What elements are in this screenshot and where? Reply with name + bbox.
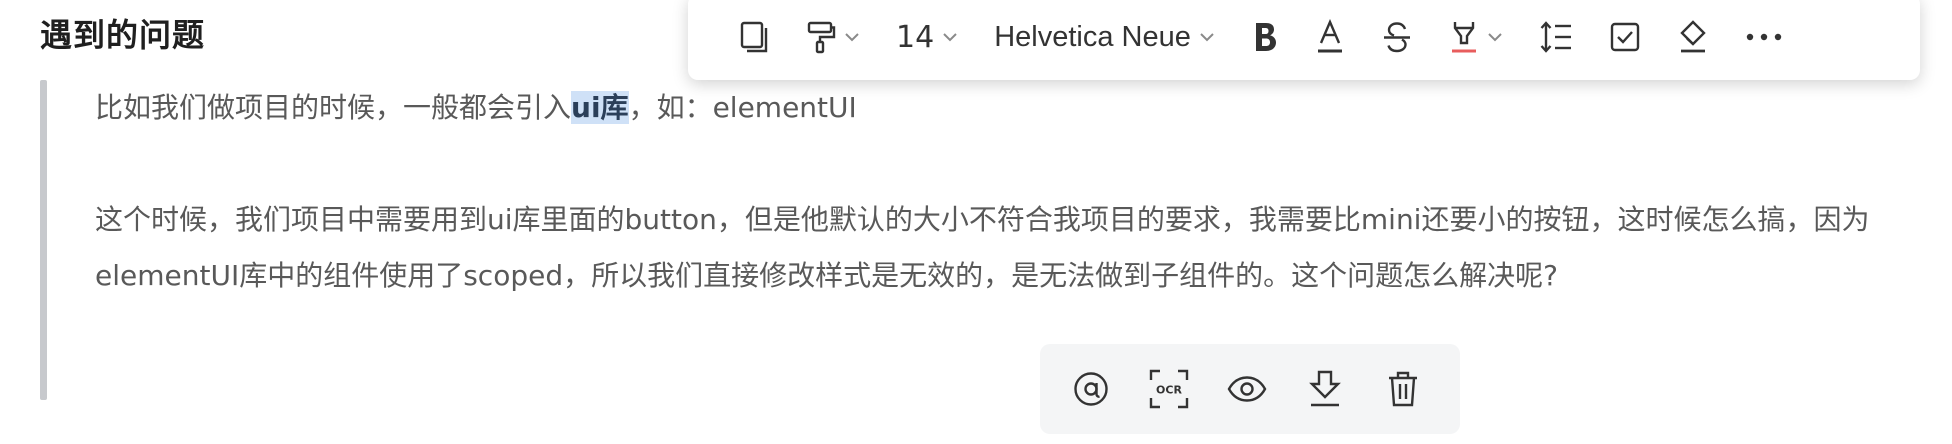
delete-button[interactable]	[1380, 366, 1426, 412]
eye-icon	[1227, 376, 1267, 402]
highlight-icon	[1451, 22, 1476, 53]
more-button[interactable]	[1745, 7, 1783, 67]
copy-button[interactable]	[738, 7, 770, 67]
download-button[interactable]	[1302, 366, 1348, 412]
download-icon	[1309, 370, 1341, 407]
bold-icon	[1255, 23, 1276, 51]
para1-text-after: ，如：elementUI	[628, 91, 857, 124]
strikethrough-button[interactable]	[1381, 7, 1413, 67]
font-size-value: 14	[896, 19, 935, 55]
trash-icon	[1389, 371, 1417, 407]
chevron-down-icon	[1488, 33, 1502, 42]
font-family-dropdown[interactable]: Helvetica Neue	[994, 7, 1215, 67]
font-size-dropdown[interactable]: 14	[896, 7, 958, 67]
paragraph-2[interactable]: 这个时候，我们项目中需要用到ui库里面的button，但是他默认的大小不符合我项…	[95, 192, 1915, 304]
eraser-button[interactable]	[1677, 7, 1709, 67]
image-toolbar: OCR	[1040, 344, 1460, 434]
font-color-icon	[1317, 19, 1342, 53]
checkbox-button[interactable]	[1609, 7, 1641, 67]
blockquote-bar	[40, 80, 47, 400]
chevron-down-icon	[1200, 33, 1214, 42]
paragraph-1[interactable]: 比如我们做项目的时候，一般都会引入ui库，如：elementUI	[95, 80, 1915, 136]
font-color-button[interactable]	[1315, 7, 1345, 67]
strikethrough-icon	[1383, 22, 1410, 53]
chevron-down-icon	[943, 33, 957, 42]
format-painter-button[interactable]	[806, 7, 860, 67]
selected-text[interactable]: ui库	[571, 91, 629, 124]
font-family-value: Helvetica Neue	[994, 20, 1191, 53]
highlight-button[interactable]	[1449, 7, 1503, 67]
ocr-icon: OCR	[1149, 369, 1189, 409]
para1-text-before: 比如我们做项目的时候，一般都会引入	[95, 91, 572, 124]
mention-icon	[1074, 372, 1108, 406]
copy-icon	[740, 21, 768, 53]
line-height-button[interactable]	[1539, 7, 1573, 67]
checkbox-icon	[1610, 22, 1640, 52]
format-painter-icon	[807, 21, 836, 54]
line-height-icon	[1540, 21, 1571, 53]
preview-button[interactable]	[1224, 366, 1270, 412]
ocr-label: OCR	[1156, 384, 1182, 397]
mention-button[interactable]	[1068, 366, 1114, 412]
section-heading: 遇到的问题	[40, 16, 206, 54]
blockquote: 比如我们做项目的时候，一般都会引入ui库，如：elementUI 这个时候，我们…	[40, 80, 1920, 400]
blockquote-text[interactable]: 比如我们做项目的时候，一般都会引入ui库，如：elementUI 这个时候，我们…	[95, 80, 1915, 304]
eraser-icon	[1680, 20, 1706, 53]
chevron-down-icon	[845, 33, 859, 42]
ocr-button[interactable]: OCR	[1146, 366, 1192, 412]
bold-button[interactable]	[1251, 7, 1279, 67]
more-icon	[1746, 33, 1782, 41]
format-toolbar: 14 Helvetica Neue	[688, 0, 1920, 80]
